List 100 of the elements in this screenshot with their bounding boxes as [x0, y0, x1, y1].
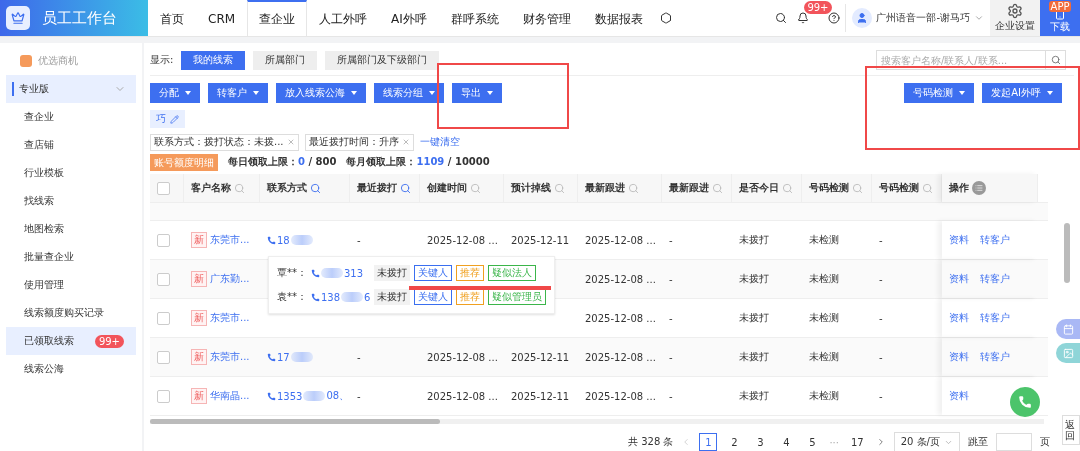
- calendar-icon[interactable]: [1056, 319, 1080, 339]
- action-button[interactable]: 转客户: [208, 83, 268, 103]
- customer-name-link[interactable]: 东莞市...: [210, 350, 250, 364]
- image-icon[interactable]: [1056, 343, 1080, 363]
- action-button[interactable]: 线索分组: [374, 83, 444, 103]
- row-action-link[interactable]: 转客户: [980, 311, 1010, 325]
- checkbox[interactable]: [157, 389, 170, 403]
- checkbox[interactable]: [157, 272, 170, 286]
- display-option[interactable]: 所属部门及下级部门: [325, 50, 440, 70]
- row-action-link[interactable]: 资料: [949, 272, 969, 286]
- phone-link[interactable]: 313: [311, 267, 371, 279]
- row-action-link[interactable]: 转客户: [980, 272, 1010, 286]
- search-icon[interactable]: [1050, 55, 1061, 65]
- phone-icon: [311, 292, 320, 302]
- new-tag: 新: [191, 349, 207, 365]
- filter-tag[interactable]: 联系方式：拨打状态：未拨...: [150, 133, 299, 151]
- column-header: 号码检测: [879, 181, 919, 195]
- table-cell: 2025-12-08 ...: [585, 234, 656, 246]
- nav-tab[interactable]: 人工外呼: [307, 0, 380, 36]
- phone-link[interactable]: 17: [267, 351, 313, 363]
- filter-tag[interactable]: 最近拨打时间：升序: [304, 133, 414, 151]
- phone-link[interactable]: 138 6: [311, 291, 371, 303]
- action-button[interactable]: 分配: [150, 83, 200, 103]
- new-tag: 新: [191, 388, 207, 404]
- clear-link[interactable]: 一键清空: [419, 135, 460, 149]
- contact-name: 袁**：: [277, 290, 307, 304]
- contact-name: 覃**：: [277, 266, 307, 280]
- phone-link[interactable]: 1353 08、: [267, 389, 350, 403]
- customer-name-link[interactable]: 华南晶...: [210, 389, 250, 403]
- checkbox[interactable]: [157, 311, 170, 325]
- action-button[interactable]: 放入线索公海: [276, 83, 366, 103]
- close-icon[interactable]: [286, 138, 295, 146]
- back-to-top-tab[interactable]: 返回: [1062, 415, 1080, 445]
- action-button[interactable]: 发起AI外呼: [982, 83, 1062, 103]
- column-header: 号码检测: [809, 181, 849, 195]
- sidebar-item[interactable]: 地图检索: [6, 215, 136, 243]
- table-cell: 未检测: [809, 272, 839, 286]
- row-action-link[interactable]: 资料: [949, 311, 969, 325]
- nav-tab[interactable]: AI外呼: [379, 0, 439, 36]
- action-button[interactable]: 导出: [452, 83, 502, 103]
- count-badge: 99+: [94, 334, 124, 348]
- customer-name-link[interactable]: 东莞市...: [210, 233, 250, 247]
- table-cell: 2025-12-11: [511, 351, 570, 363]
- table-cell: 2025-12-08 ...: [585, 312, 656, 324]
- avatar-icon: [852, 8, 873, 28]
- sidebar-item[interactable]: 找线索: [6, 187, 136, 215]
- nav-tab[interactable]: CRM: [196, 0, 248, 36]
- bell-icon[interactable]: [797, 12, 810, 24]
- sidebar-item[interactable]: 批量查企业: [6, 243, 136, 271]
- checkbox[interactable]: [157, 181, 170, 195]
- table-cell: 2025-12-08 ...: [585, 390, 656, 402]
- phone-icon: [311, 268, 320, 278]
- display-option[interactable]: 所属部门: [253, 50, 318, 70]
- sidebar-item[interactable]: 使用管理: [6, 271, 136, 299]
- row-action-link[interactable]: 资料: [949, 350, 969, 364]
- page-button[interactable]: 1: [699, 433, 718, 451]
- nav-tab[interactable]: 数据报表: [582, 0, 655, 36]
- nav-tab[interactable]: 群呼系统: [438, 0, 511, 36]
- user-menu[interactable]: 广州语音一部-谢马巧: [845, 4, 990, 32]
- customer-name-link[interactable]: 广东勤...: [210, 272, 250, 286]
- list-icon[interactable]: [972, 181, 986, 195]
- sidebar-item[interactable]: 查店铺: [6, 131, 136, 159]
- display-option[interactable]: 我的线索: [181, 50, 246, 70]
- sidebar-section[interactable]: 专业版: [6, 75, 136, 103]
- sidebar-item[interactable]: 线索额度购买记录: [6, 299, 136, 327]
- column-header: 是否今日: [739, 181, 779, 195]
- search-icon[interactable]: [400, 182, 411, 194]
- sidebar-item[interactable]: 线索公海: [6, 355, 136, 383]
- phone-link[interactable]: 18: [267, 234, 313, 246]
- logo-icon: [6, 6, 30, 30]
- call-status: 未拨打: [374, 265, 411, 281]
- checkbox[interactable]: [157, 233, 170, 247]
- settings-button[interactable]: 企业设置: [990, 0, 1040, 36]
- sidebar-item[interactable]: 行业模板: [6, 159, 136, 187]
- nav-tab[interactable]: 首页: [148, 0, 196, 36]
- checkbox[interactable]: [157, 350, 170, 364]
- column-header: 联系方式: [267, 181, 307, 195]
- sidebar-item[interactable]: 查企业: [6, 103, 136, 131]
- shortcut-chip[interactable]: 巧: [150, 110, 185, 128]
- row-action-link[interactable]: 转客户: [980, 350, 1010, 364]
- search-icon[interactable]: [310, 182, 321, 194]
- app-download-button[interactable]: APP 下载: [1040, 0, 1080, 36]
- hexagon-icon[interactable]: [659, 12, 672, 24]
- search-icon[interactable]: [775, 12, 788, 24]
- redaction-blur: [341, 292, 364, 302]
- page-size-select[interactable]: 20 条/页: [893, 432, 960, 451]
- sidebar-item[interactable]: 已领取线索 99+: [6, 327, 136, 355]
- close-icon[interactable]: [401, 138, 410, 146]
- row-action-link[interactable]: 资料: [949, 389, 969, 403]
- nav-tab[interactable]: 财务管理: [510, 0, 583, 36]
- page-input[interactable]: [996, 433, 1032, 451]
- action-button[interactable]: 号码检测: [904, 83, 975, 103]
- help-icon[interactable]: [828, 12, 841, 24]
- column-header: 操作: [949, 181, 969, 195]
- column-header: 最新跟进: [669, 181, 709, 195]
- customer-name-link[interactable]: 东莞市...: [210, 311, 250, 325]
- nav-tab[interactable]: 查企业: [247, 0, 308, 36]
- sidebar-promo[interactable]: 优选商机: [0, 47, 142, 75]
- row-action-link[interactable]: 资料: [949, 233, 969, 247]
- row-action-link[interactable]: 转客户: [980, 233, 1010, 247]
